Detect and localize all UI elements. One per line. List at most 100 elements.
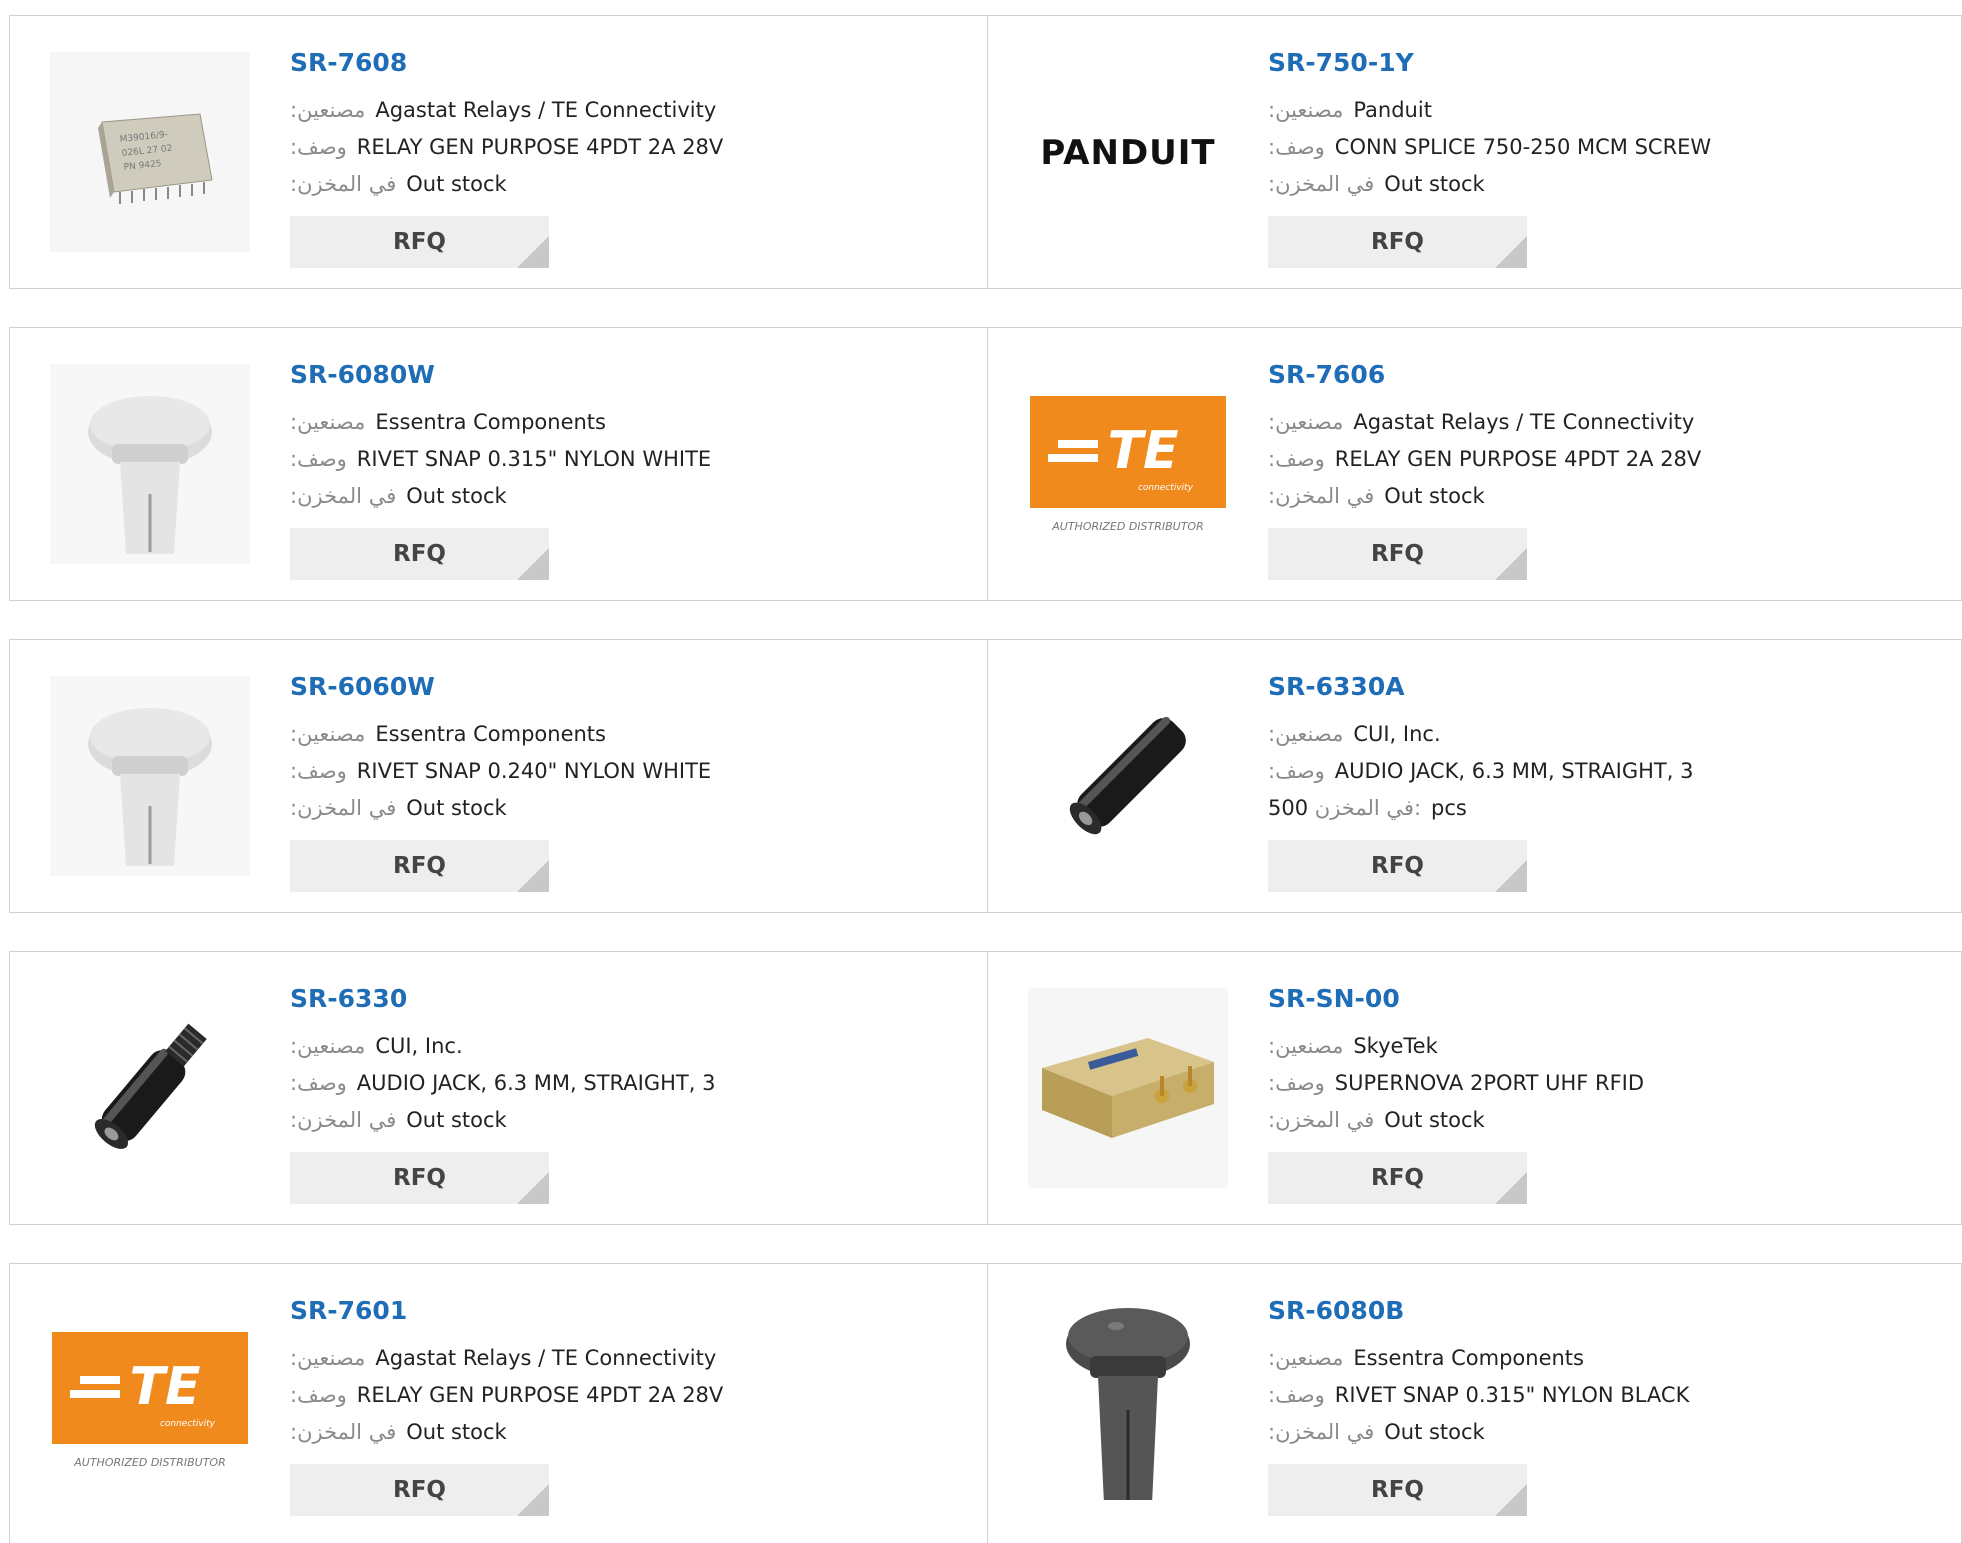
white-rivet-image[interactable] xyxy=(50,364,250,564)
stock-qty: 500 xyxy=(1268,796,1309,820)
rfq-button[interactable]: RFQ xyxy=(1268,1152,1527,1204)
manufacturer-label: :مصنعين xyxy=(1268,98,1344,122)
rfq-button[interactable]: RFQ xyxy=(290,1464,549,1516)
rfq-label: RFQ xyxy=(393,1477,446,1503)
rfq-button[interactable]: RFQ xyxy=(1268,216,1527,268)
product-card: SR-6080W :مصنعين Essentra Components :وصف… xyxy=(10,328,987,600)
stock-line: :في المخزن Out stock xyxy=(1268,166,1928,203)
rfq-label: RFQ xyxy=(393,853,446,879)
part-number-link[interactable]: SR-750-1Y xyxy=(1268,46,1928,80)
corner-decoration xyxy=(1495,1172,1527,1204)
panduit-logo[interactable]: PANDUIT xyxy=(1028,52,1228,252)
product-card: SR-6080B :مصنعين Essentra Components :وصف… xyxy=(988,1264,1962,1543)
description-line: :وصف RIVET SNAP 0.240" NYLON WHITE xyxy=(290,753,950,790)
stock-value: Out stock xyxy=(406,796,507,820)
manufacturer-label: :مصنعين xyxy=(290,1034,366,1058)
part-number-link[interactable]: SR-SN-00 xyxy=(1268,982,1928,1016)
manufacturer-value: Essentra Components xyxy=(1353,1346,1584,1370)
description-value: RELAY GEN PURPOSE 4PDT 2A 28V xyxy=(356,135,724,159)
description-line: :وصف CONN SPLICE 750-250 MCM SCREW xyxy=(1268,129,1928,166)
product-card: SR-6330 :مصنعين CUI, Inc. :وصف AUDIO JACK,… xyxy=(10,952,987,1224)
manufacturer-line: :مصنعين CUI, Inc. xyxy=(290,1028,950,1065)
manufacturer-line: :مصنعين Essentra Components xyxy=(290,404,950,441)
part-number-link[interactable]: SR-6080W xyxy=(290,358,950,392)
rfq-button[interactable]: RFQ xyxy=(1268,528,1527,580)
stock-value: Out stock xyxy=(1384,1420,1485,1444)
stock-line: :في المخزن Out stock xyxy=(290,166,950,203)
stock-value: Out stock xyxy=(406,1420,507,1444)
description-label: :وصف xyxy=(1268,135,1325,159)
manufacturer-line: :مصنعين SkyeTek xyxy=(1268,1028,1928,1065)
manufacturer-label: :مصنعين xyxy=(1268,410,1344,434)
part-number-link[interactable]: SR-7608 xyxy=(290,46,950,80)
product-card: SR-SN-00 :مصنعين SkyeTek :وصف SUPERNOVA 2P… xyxy=(988,952,1962,1224)
description-line: :وصف RELAY GEN PURPOSE 4PDT 2A 28V xyxy=(1268,441,1928,478)
product-info: SR-7606 :مصنعين Agastat Relays / TE Conne… xyxy=(1268,358,1928,580)
part-number-link[interactable]: SR-6080B xyxy=(1268,1294,1928,1328)
description-value: RIVET SNAP 0.240" NYLON WHITE xyxy=(356,759,712,783)
description-value: RIVET SNAP 0.315" NYLON BLACK xyxy=(1334,1383,1690,1407)
description-label: :وصف xyxy=(290,447,347,471)
description-label: :وصف xyxy=(290,759,347,783)
description-label: :وصف xyxy=(290,1383,347,1407)
manufacturer-value: CUI, Inc. xyxy=(375,1034,463,1058)
corner-decoration xyxy=(1495,1484,1527,1516)
rfq-label: RFQ xyxy=(393,1165,446,1191)
corner-decoration xyxy=(517,1172,549,1204)
product-info: SR-7608 :مصنعين Agastat Relays / TE Conne… xyxy=(290,46,950,268)
rfq-button[interactable]: RFQ xyxy=(290,528,549,580)
stock-value: Out stock xyxy=(406,172,507,196)
product-info: SR-6330 :مصنعين CUI, Inc. :وصف AUDIO JACK,… xyxy=(290,982,950,1204)
audio-jack-image[interactable] xyxy=(1028,676,1228,876)
manufacturer-line: :مصنعين Panduit xyxy=(1268,92,1928,129)
rfq-label: RFQ xyxy=(1371,541,1424,567)
part-number-link[interactable]: SR-6330 xyxy=(290,982,950,1016)
stock-line: :في المخزن Out stock xyxy=(1268,1102,1928,1139)
rfid-reader-image[interactable] xyxy=(1028,988,1228,1188)
description-value: CONN SPLICE 750-250 MCM SCREW xyxy=(1334,135,1712,159)
corner-decoration xyxy=(517,548,549,580)
panduit-logo-text: PANDUIT xyxy=(1040,133,1215,173)
stock-label: :في المخزن xyxy=(1268,1420,1375,1444)
rfq-button[interactable]: RFQ xyxy=(1268,840,1527,892)
description-line: :وصف SUPERNOVA 2PORT UHF RFID xyxy=(1268,1065,1928,1102)
manufacturer-line: :مصنعين Essentra Components xyxy=(290,716,950,753)
audio-jack-threaded-image[interactable] xyxy=(50,988,250,1188)
description-line: :وصف AUDIO JACK, 6.3 MM, STRAIGHT, 3 xyxy=(290,1065,950,1102)
corner-decoration xyxy=(1495,860,1527,892)
product-row: M39016/9- 026L 27 02 PN 9425 SR-7608 :مص… xyxy=(9,15,1962,289)
te-logo-sub: connectivity xyxy=(160,1419,216,1429)
description-line: :وصف RELAY GEN PURPOSE 4PDT 2A 28V xyxy=(290,1377,950,1414)
stock-line: :في المخزن Out stock xyxy=(1268,1414,1928,1451)
rfq-button[interactable]: RFQ xyxy=(290,840,549,892)
part-number-link[interactable]: SR-7606 xyxy=(1268,358,1928,392)
rfq-label: RFQ xyxy=(1371,1477,1424,1503)
part-number-link[interactable]: SR-6330A xyxy=(1268,670,1928,704)
product-card: SR-6330A :مصنعين CUI, Inc. :وصف AUDIO JACK… xyxy=(988,640,1962,912)
corner-decoration xyxy=(1495,548,1527,580)
description-value: RELAY GEN PURPOSE 4PDT 2A 28V xyxy=(356,1383,724,1407)
corner-decoration xyxy=(517,1484,549,1516)
stock-label: في المخزن: xyxy=(1314,796,1422,820)
manufacturer-line: :مصنعين Agastat Relays / TE Connectivity xyxy=(290,1340,950,1377)
description-label: :وصف xyxy=(1268,1383,1325,1407)
rfq-button[interactable]: RFQ xyxy=(290,216,549,268)
corner-decoration xyxy=(517,236,549,268)
stock-label: :في المخزن xyxy=(1268,172,1375,196)
part-number-link[interactable]: SR-7601 xyxy=(290,1294,950,1328)
manufacturer-value: Essentra Components xyxy=(375,410,606,434)
relay-image[interactable]: M39016/9- 026L 27 02 PN 9425 xyxy=(50,52,250,252)
stock-line: :في المخزن Out stock xyxy=(1268,478,1928,515)
rfq-button[interactable]: RFQ xyxy=(290,1152,549,1204)
rfq-label: RFQ xyxy=(393,229,446,255)
te-logo[interactable]: TE connectivity AUTHORIZED DISTRIBUTOR xyxy=(50,1300,250,1500)
black-rivet-image[interactable] xyxy=(1028,1300,1228,1500)
white-rivet-image[interactable] xyxy=(50,676,250,876)
product-info: SR-6330A :مصنعين CUI, Inc. :وصف AUDIO JACK… xyxy=(1268,670,1928,892)
product-info: SR-6080W :مصنعين Essentra Components :وصف… xyxy=(290,358,950,580)
rfq-button[interactable]: RFQ xyxy=(1268,1464,1527,1516)
te-logo[interactable]: TE connectivity AUTHORIZED DISTRIBUTOR xyxy=(1028,364,1228,564)
part-number-link[interactable]: SR-6060W xyxy=(290,670,950,704)
te-logo-caption: AUTHORIZED DISTRIBUTOR xyxy=(73,1456,226,1469)
description-value: SUPERNOVA 2PORT UHF RFID xyxy=(1334,1071,1645,1095)
